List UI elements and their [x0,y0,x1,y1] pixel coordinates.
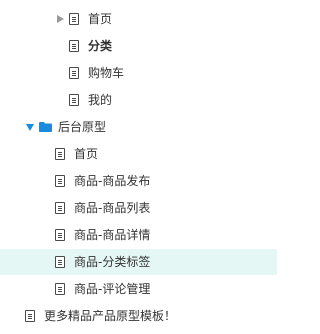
tree-item-label: 后台原型 [58,120,107,134]
page-icon [55,229,65,241]
page-icon [55,256,65,268]
folder-icon [39,122,52,132]
tree-item-label: 商品-评论管理 [74,282,151,296]
tree-item-label: 更多精品产品原型模板！ [44,309,177,323]
page-icon [55,202,65,214]
tree-item-home[interactable]: 首页 [0,6,277,32]
tree-item-label: 首页 [88,12,113,26]
tree-item-product-list[interactable]: 商品-商品列表 [0,195,277,221]
tree-item-product-detail[interactable]: 商品-商品详情 [0,222,277,248]
tree-item-label: 我的 [88,93,113,107]
page-icon [55,175,65,187]
tree-item-admin-home[interactable]: 首页 [0,141,277,167]
page-icon [69,67,79,79]
tree-folder-admin-prototype[interactable]: 后台原型 [0,114,277,140]
tree-item-review-management[interactable]: 商品-评论管理 [0,276,277,302]
tree-item-label: 分类 [88,39,113,53]
tree-item-label: 购物车 [88,66,125,80]
page-icon [69,13,79,25]
expand-arrow-icon[interactable] [55,14,65,24]
page-tree: 首页 分类 购物车 我的 后台原型 首页 商品-商品发布 商品-商品列表 商品-… [0,0,277,334]
tree-item-label: 商品-商品发布 [74,174,151,188]
page-icon [55,283,65,295]
tree-item-label: 商品-商品列表 [74,201,151,215]
tree-item-label: 首页 [74,147,99,161]
tree-item-mine[interactable]: 我的 [0,87,277,113]
tree-item-label: 商品-商品详情 [74,228,151,242]
tree-item-category[interactable]: 分类 [0,33,277,59]
page-icon [69,94,79,106]
tree-item-more-templates[interactable]: 更多精品产品原型模板！ [0,303,277,329]
tree-item-label: 商品-分类标签 [74,255,151,269]
tree-item-category-tags[interactable]: 商品-分类标签 [0,249,277,275]
collapse-arrow-icon[interactable] [25,122,35,132]
page-icon [55,148,65,160]
tree-item-cart[interactable]: 购物车 [0,60,277,86]
tree-item-product-publish[interactable]: 商品-商品发布 [0,168,277,194]
page-icon [69,40,79,52]
page-icon [25,310,35,322]
